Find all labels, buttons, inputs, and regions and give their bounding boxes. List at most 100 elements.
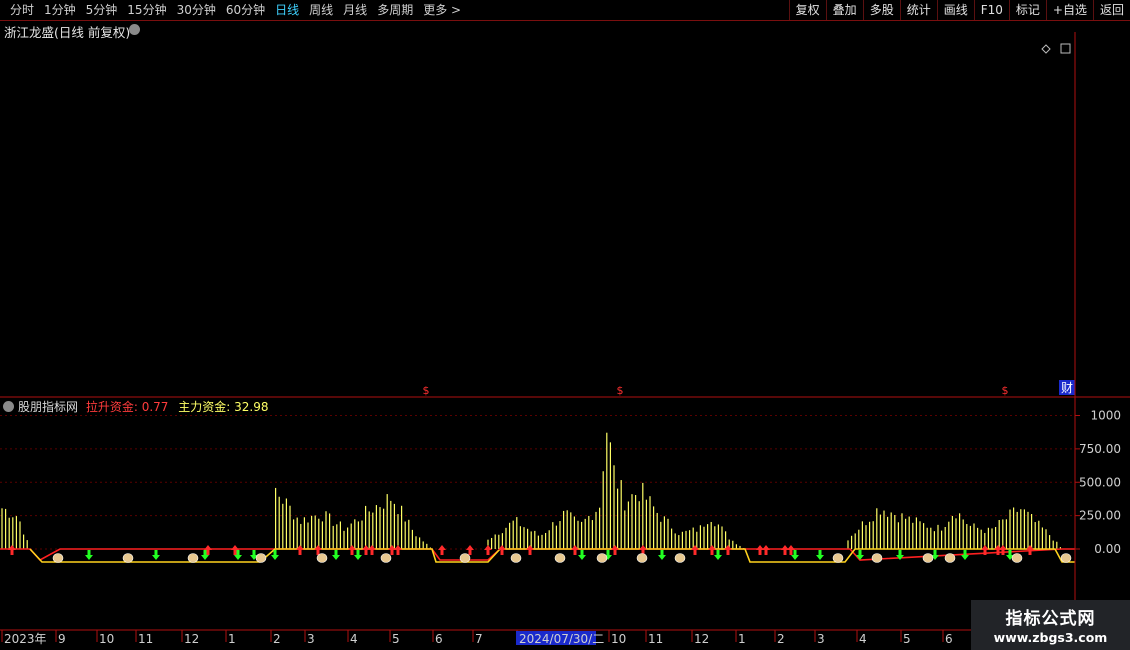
tool-button[interactable]: 统计 [899, 0, 937, 20]
time-axis-label: 1 [228, 632, 236, 646]
period-tab[interactable]: 月线 [339, 0, 373, 20]
period-tab[interactable]: 日线 [271, 0, 305, 20]
time-axis-label: 1 [738, 632, 746, 646]
money-bag-icon [871, 553, 883, 563]
time-axis-label: 2023年 [4, 632, 47, 646]
event-marker: $ [1002, 384, 1009, 397]
time-axis-label: 3 [817, 632, 825, 646]
period-tabs: 分时 1分钟 5分钟 15分钟 30分钟 60分钟 日线 周线 月线 多周期 更多 > [0, 0, 467, 20]
up-arrow-icon [691, 545, 699, 555]
time-axis-label: 2 [777, 632, 785, 646]
period-tab[interactable]: 1分钟 [40, 0, 82, 20]
indicator-tick-label: 1000 [1090, 409, 1121, 423]
time-axis-label: 7 [475, 632, 483, 646]
down-arrow-icon [332, 550, 340, 560]
money-bag-icon [1011, 553, 1023, 563]
period-tab[interactable]: 30分钟 [173, 0, 222, 20]
money-bag-icon [636, 553, 648, 563]
period-tab[interactable]: 分时 [6, 0, 40, 20]
time-axis-label: 2024/07/30/二 [519, 632, 604, 646]
period-tab[interactable]: 周线 [305, 0, 339, 20]
series-2-label: 主力资金: 32.98 [178, 400, 269, 414]
money-bag-icon [187, 553, 199, 563]
time-axis-label: 10 [99, 632, 114, 646]
chevron-down-icon[interactable] [3, 401, 14, 412]
time-axis-label: 6 [435, 632, 443, 646]
time-axis-label: 9 [58, 632, 66, 646]
tool-buttons: 复权 叠加 多股 统计 画线 F10 标记 +自选 返回 [788, 0, 1130, 20]
tool-button[interactable]: 标记 [1008, 0, 1046, 20]
money-bag-icon [674, 553, 686, 563]
time-axis-label: 2 [273, 632, 281, 646]
indicator-baseline [29, 548, 1075, 563]
up-arrow-icon [466, 545, 474, 555]
panel-toggle-icon [1060, 43, 1071, 54]
time-axis-label: 10 [611, 632, 626, 646]
time-axis-label: 6 [945, 632, 953, 646]
time-axis-label: 4 [859, 632, 867, 646]
money-bag-icon [255, 553, 267, 563]
money-bag-icon [832, 553, 844, 563]
stock-title: 浙江龙盛(日线 前复权) [4, 25, 131, 40]
tool-button[interactable]: 返回 [1092, 0, 1130, 20]
period-toolbar: 分时 1分钟 5分钟 15分钟 30分钟 60分钟 日线 周线 月线 多周期 更多 > 复权 叠加 多股… [0, 0, 1130, 21]
period-tab[interactable]: 多周期 [373, 0, 419, 20]
tool-button[interactable]: F10 [973, 0, 1009, 20]
down-arrow-icon [714, 550, 722, 560]
down-arrow-icon [85, 550, 93, 560]
indicator-name[interactable]: 股朋指标网 [18, 400, 78, 414]
chevron-down-icon[interactable] [129, 24, 140, 35]
money-bag-icon [510, 553, 522, 563]
down-arrow-icon [152, 550, 160, 560]
down-arrow-icon [961, 550, 969, 560]
down-arrow-icon [578, 550, 586, 560]
up-arrow-icon [484, 545, 492, 555]
up-arrow-icon [762, 545, 770, 555]
time-axis-label: 5 [903, 632, 911, 646]
period-tab[interactable]: 5分钟 [82, 0, 124, 20]
up-arrow-icon [438, 545, 446, 555]
money-bag-icon [596, 553, 608, 563]
watermark-title: 指标公式网 [1005, 609, 1096, 629]
series-1-label: 拉升资金: 0.77 [85, 400, 169, 414]
tool-button[interactable]: 画线 [936, 0, 974, 20]
watermark-url: www.zbgs3.com [993, 630, 1108, 645]
down-arrow-icon [856, 550, 864, 560]
support-line [0, 548, 1075, 562]
money-bag-icon [944, 553, 956, 563]
tool-button[interactable]: 叠加 [825, 0, 863, 20]
indicator-legend: 股朋指标网 拉升资金: 0.77 主力资金: 32.98 [18, 398, 268, 415]
money-bag-icon [122, 553, 134, 563]
down-arrow-icon [816, 550, 824, 560]
watermark: 指标公式网 www.zbgs3.com [971, 600, 1130, 650]
event-marker: $ [423, 384, 430, 397]
money-bag-icon [52, 553, 64, 563]
event-marker: $ [617, 384, 624, 397]
time-axis-label: 12 [184, 632, 199, 646]
up-arrow-icon [394, 545, 402, 555]
indicator-tick-label: 500.00 [1079, 475, 1121, 489]
money-bag-icon [459, 553, 471, 563]
money-bag-icon [554, 553, 566, 563]
money-bag-icon [316, 553, 328, 563]
money-bag-icon [380, 553, 392, 563]
up-arrow-icon [1026, 545, 1034, 555]
time-axis-label: 4 [350, 632, 358, 646]
indicator-tick-label: 750.00 [1079, 442, 1121, 456]
indicator-tick-label: 250.00 [1079, 509, 1121, 523]
finance-badge-text: 财 [1061, 381, 1073, 395]
time-axis-label: 5 [392, 632, 400, 646]
chart-area[interactable]: 6.507.007.508.008.509.009.5010.0010.5010… [0, 20, 1130, 650]
period-tab[interactable]: 更多 > [419, 0, 467, 20]
time-axis-label: 11 [138, 632, 153, 646]
time-axis-label: 11 [648, 632, 663, 646]
time-axis-label: 3 [307, 632, 315, 646]
down-arrow-icon [658, 550, 666, 560]
tool-button[interactable]: +自选 [1045, 0, 1093, 20]
tool-button[interactable]: 多股 [862, 0, 900, 20]
tool-button[interactable]: 复权 [788, 0, 826, 20]
down-arrow-icon [354, 550, 362, 560]
period-tab[interactable]: 60分钟 [222, 0, 271, 20]
period-tab[interactable]: 15分钟 [123, 0, 172, 20]
money-bag-icon [1060, 553, 1072, 563]
